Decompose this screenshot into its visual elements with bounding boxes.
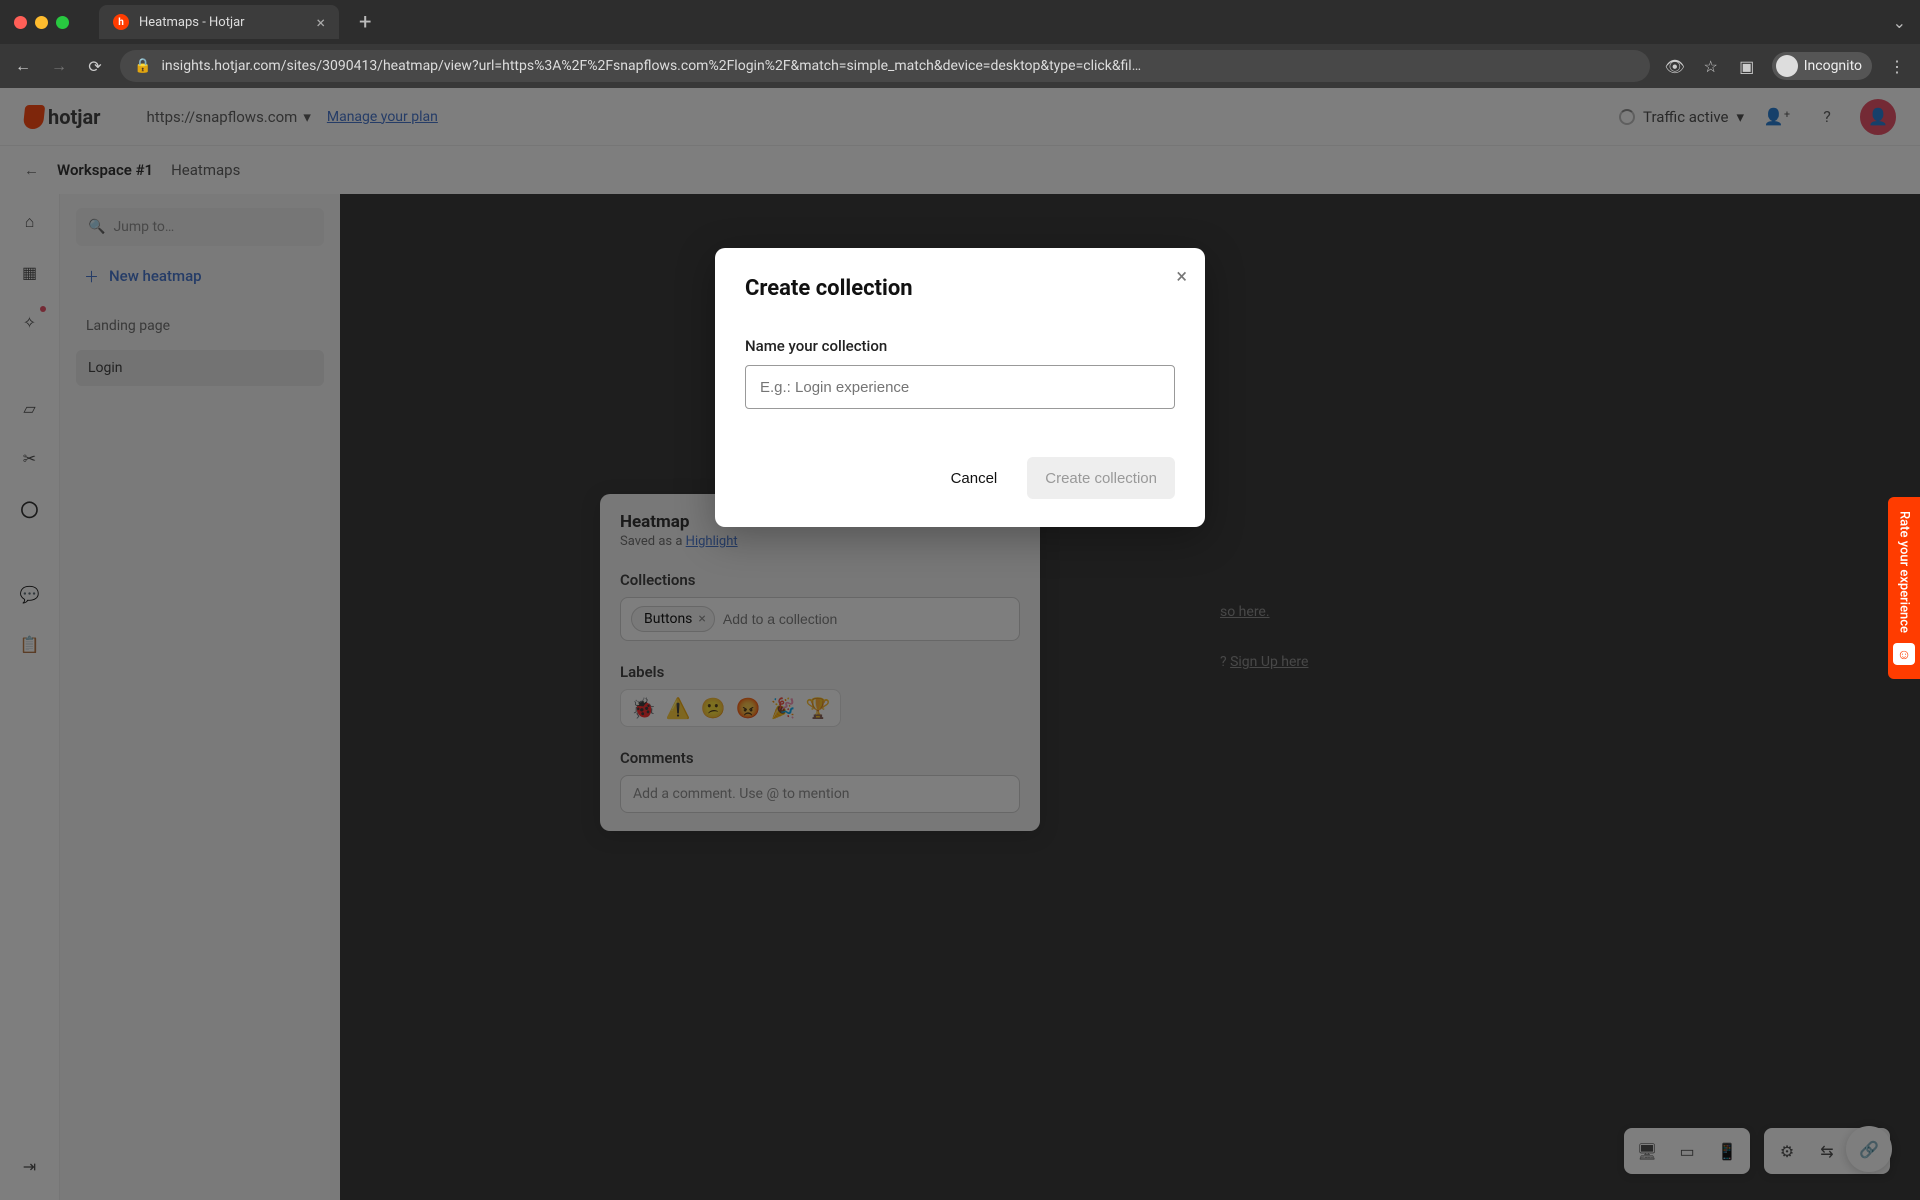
incognito-label: Incognito xyxy=(1804,58,1862,74)
eye-off-icon[interactable]: 👁 xyxy=(1664,55,1686,77)
browser-toolbar: ← → ⟳ 🔒 insights.hotjar.com/sites/309041… xyxy=(0,44,1920,88)
window-close-button[interactable] xyxy=(14,16,27,29)
window-controls xyxy=(14,16,69,29)
window-titlebar: h Heatmaps - Hotjar × + ⌄ xyxy=(0,0,1920,44)
incognito-icon xyxy=(1776,55,1798,77)
star-icon[interactable]: ☆ xyxy=(1700,55,1722,77)
browser-tab[interactable]: h Heatmaps - Hotjar × xyxy=(99,5,339,39)
extensions-icon[interactable]: ▣ xyxy=(1736,55,1758,77)
nav-back-button[interactable]: ← xyxy=(12,55,34,77)
tab-title: Heatmaps - Hotjar xyxy=(139,15,245,30)
modal-title: Create collection xyxy=(745,276,1175,301)
collection-name-input[interactable] xyxy=(745,365,1175,409)
nav-reload-button[interactable]: ⟳ xyxy=(84,55,106,77)
new-tab-button[interactable]: + xyxy=(359,10,371,35)
lock-icon: 🔒 xyxy=(134,58,151,74)
browser-menu-icon[interactable]: ⋮ xyxy=(1886,55,1908,77)
modal-field-label: Name your collection xyxy=(745,337,1175,355)
create-collection-modal: × Create collection Name your collection… xyxy=(715,248,1205,527)
tab-close-icon[interactable]: × xyxy=(316,13,325,32)
address-bar[interactable]: 🔒 insights.hotjar.com/sites/3090413/heat… xyxy=(120,50,1650,82)
tabs-overflow-icon[interactable]: ⌄ xyxy=(1893,13,1906,32)
create-collection-button[interactable]: Create collection xyxy=(1027,457,1175,499)
cancel-button[interactable]: Cancel xyxy=(933,457,1016,499)
url-text: insights.hotjar.com/sites/3090413/heatma… xyxy=(161,58,1141,74)
nav-forward-button: → xyxy=(48,55,70,77)
feedback-tab[interactable]: Rate your experience ☺ xyxy=(1888,497,1920,679)
app-root: hotjar https://snapflows.com ▾ Manage yo… xyxy=(0,88,1920,1200)
smile-icon: ☺ xyxy=(1893,643,1915,665)
window-minimize-button[interactable] xyxy=(35,16,48,29)
window-zoom-button[interactable] xyxy=(56,16,69,29)
hotjar-favicon: h xyxy=(113,14,129,30)
feedback-label: Rate your experience xyxy=(1897,511,1912,633)
incognito-badge: Incognito xyxy=(1772,52,1872,80)
modal-close-button[interactable]: × xyxy=(1176,264,1187,288)
